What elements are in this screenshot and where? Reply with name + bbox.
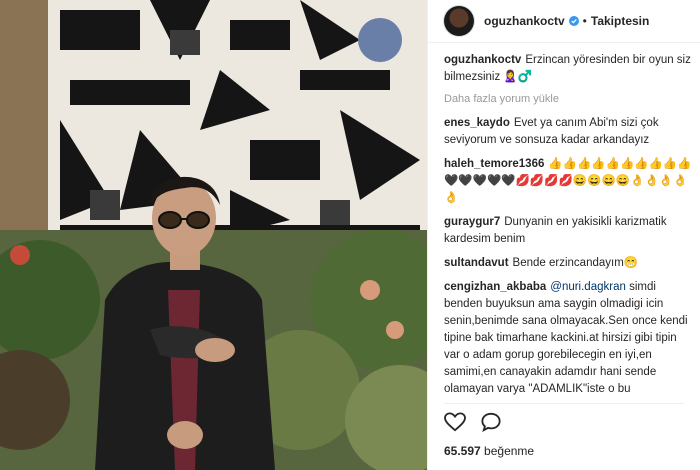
comment-text: simdi benden buyuksun ama saygin olmadig… [444,281,688,395]
comment-username[interactable]: cengizhan_akbaba [444,281,546,293]
comment-username[interactable]: guraygur7 [444,216,500,228]
post-actions [444,403,684,436]
post-header: oguzhankoctv • Takiptesin [428,0,700,43]
separator-dot: • [582,14,587,28]
post-photo-image [0,0,427,470]
list-item: enes_kaydo Evet ya canım Abi'm sizi çok s… [444,115,692,149]
likes-count[interactable]: 65.597 beğenme [444,444,534,458]
avatar[interactable] [444,6,474,36]
comment-username[interactable]: sultandavut [444,257,509,269]
likes-label: beğenme [484,444,535,458]
list-item: cengizhan_akbaba @nuri.dagkran simdi bend… [444,279,692,398]
comment-text: Bende erzincandayım😁 [512,257,639,269]
list-item: haleh_temore1366 👍👍👍👍👍👍👍👍👍👍🖤🖤🖤🖤🖤💋💋💋💋😄😄😄😄👌… [444,156,692,207]
follow-state-button[interactable]: Takiptesin [591,14,649,28]
load-more-comments-link[interactable]: Daha fazla yorum yükle [444,93,692,105]
list-item: guraygur7 Dunyanin en yakisikli karizmati… [444,214,692,248]
verified-badge-icon [568,16,579,26]
post-side-panel: oguzhankoctv • Takiptesin oguzhankoctv Er… [427,0,700,470]
comment-mention-link[interactable]: @nuri.dagkran [550,281,626,293]
likes-number: 65.597 [444,444,481,458]
heart-icon[interactable] [444,412,466,432]
username-link[interactable]: oguzhankoctv [484,14,565,28]
comments-list[interactable]: oguzhankoctv Erzincan yöresinden bir oyun… [444,52,692,408]
post-photo[interactable] [0,0,427,470]
list-item: sultandavut Bende erzincandayım😁 [444,255,692,272]
comment-icon[interactable] [480,412,502,432]
comment-username[interactable]: haleh_temore1366 [444,158,544,170]
caption: oguzhankoctv Erzincan yöresinden bir oyun… [444,52,692,86]
comment-username[interactable]: enes_kaydo [444,117,510,129]
caption-username[interactable]: oguzhankoctv [444,54,521,66]
